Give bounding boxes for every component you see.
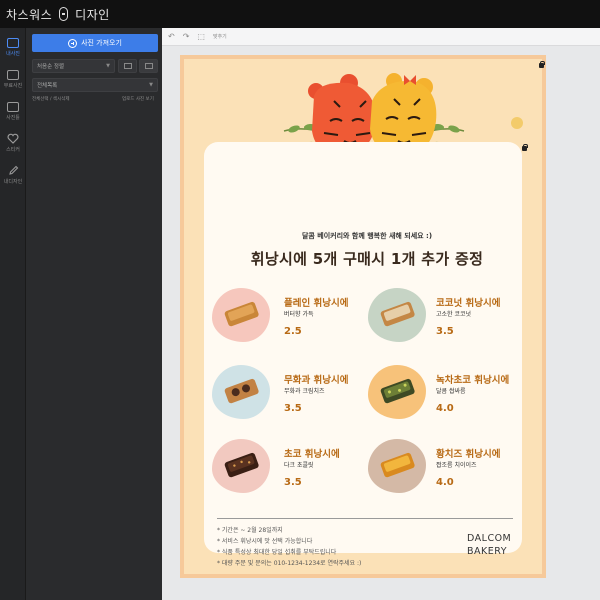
rail-label: 스티커	[6, 147, 20, 153]
image-icon	[7, 69, 19, 80]
frame-icon	[7, 101, 19, 112]
rail-label: 내사진	[6, 50, 20, 57]
brand-logo-icon	[59, 7, 69, 21]
product-desc: 다크 초콜릿	[284, 462, 314, 469]
undo-icon[interactable]: ↶	[168, 32, 175, 41]
large-view-button[interactable]	[139, 59, 158, 73]
heart-icon	[7, 133, 19, 144]
divider	[217, 518, 513, 519]
redo-icon[interactable]: ↷	[183, 32, 190, 41]
product-desc: 고소한 코코넛	[436, 311, 472, 318]
album-select[interactable]: 전체목록 ▼	[32, 78, 158, 92]
app-window: 차스워스 디자인 내사진 무료사진 사진틀 스티커 내디자인 사진 가져오기 처…	[0, 0, 600, 600]
chevron-down-icon: ▼	[106, 63, 110, 69]
lock-icon[interactable]	[539, 60, 545, 68]
brand-left: 차스워스	[6, 7, 53, 22]
product-desc: 버터향 가득	[284, 311, 314, 318]
rail-label: 무료사진	[3, 82, 23, 89]
product-name: 녹차초코 휘낭시에	[436, 375, 510, 386]
fit-label[interactable]: 맞추기	[213, 33, 227, 40]
product-name: 무화과 휘낭시에	[284, 375, 349, 386]
notice-line: * 기간은 ~ 2월 28일까지	[217, 527, 283, 534]
notice-line: * 대량 주문 및 문의는 010-1234-1234로 연락주세요 :)	[217, 560, 362, 567]
product-price: 4.0	[436, 403, 454, 414]
product-price: 3.5	[436, 326, 454, 337]
lock-icon[interactable]	[522, 143, 528, 151]
brand-right: 디자인	[75, 7, 110, 22]
design-canvas: ↶ ↷ ⬚ 맞추기 달콤 베이커리와 함께 행복한 새해 되세요:) 휘낭시에…	[162, 28, 600, 600]
product-price: 4.0	[436, 477, 454, 488]
product-name: 초코 휘낭시에	[284, 449, 340, 460]
bakery-logo: DALCOM BAKERY	[467, 532, 511, 558]
rail-label: 내디자인	[3, 179, 23, 185]
photo-icon	[7, 37, 19, 48]
product-name: 황치즈 휘낭시에	[436, 449, 501, 460]
notice-line: * 서비스 휘낭시에 맛 선택 가능합니다	[217, 538, 313, 545]
product-name: 코코넛 휘낭시에	[436, 298, 501, 309]
financier-cheese-image	[380, 452, 415, 478]
product-desc: 달콤 쌉싸름	[436, 388, 466, 395]
financier-coconut-image	[380, 301, 415, 327]
poster[interactable]: 2 0 2 2 달콤 베이커리와 함께 행복한 새해 되세요 :) 휘낭시에 5…	[180, 55, 546, 578]
grid-view-button[interactable]	[118, 59, 137, 73]
view-toggle	[118, 59, 158, 73]
product-price: 3.5	[284, 403, 302, 414]
product-desc: 무화과 크림치즈	[284, 388, 325, 395]
chevron-down-icon: ▼	[149, 82, 153, 88]
rail-item-my-designs[interactable]: 내디자인	[0, 162, 26, 188]
product-name: 플레인 휘낭시에	[284, 298, 349, 309]
tile-icon	[144, 63, 153, 69]
grid-icon	[123, 63, 132, 69]
sort-select-value: 처음순 정렬	[37, 64, 65, 70]
left-rail: 내사진 무료사진 사진틀 스티커 내디자인	[0, 28, 26, 600]
cursor-highlight	[511, 117, 523, 129]
title-bar: 차스워스 디자인	[0, 0, 600, 28]
product-desc: 짭조름 치이이즈	[436, 462, 477, 469]
rail-item-stickers[interactable]: 스티커	[0, 130, 26, 156]
canvas-toolbar: ↶ ↷ ⬚ 맞추기	[162, 28, 600, 46]
greeting-text: 달콤 베이커리와 함께 행복한 새해 되세요 :)	[301, 232, 433, 240]
rail-label: 사진틀	[6, 114, 20, 121]
select-all-link[interactable]: 전체선택 / 섹시삭제	[32, 96, 70, 102]
financier-plain-image	[224, 301, 259, 327]
notice-line: * 식품 특성상 최대한 당일 섭취를 부탁드립니다	[217, 549, 337, 556]
bakery-line2: BAKERY	[467, 546, 508, 557]
financier-fig-image	[224, 378, 259, 404]
plus-circle-icon	[68, 38, 78, 48]
fit-icon[interactable]: ⬚	[197, 32, 205, 41]
photo-panel: 사진 가져오기 처음순 정렬 ▼ 전체목록 ▼ 전체선택 / 섹시삭제 업로드 …	[26, 28, 162, 600]
view-uploads-link[interactable]: 업로드 사진 보기	[122, 96, 154, 102]
pencil-icon	[8, 165, 18, 175]
financier-greentea-image	[380, 378, 415, 404]
upload-photo-button[interactable]: 사진 가져오기	[32, 34, 158, 52]
rail-item-my-photos[interactable]: 내사진	[0, 34, 26, 60]
rail-item-free-photos[interactable]: 무료사진	[0, 66, 26, 92]
product-price: 2.5	[284, 326, 302, 337]
headline-text: 휘낭시에 5개 구매시 1개 추가 증정	[250, 250, 484, 268]
rail-item-frames[interactable]: 사진틀	[0, 98, 26, 124]
product-price: 3.5	[284, 477, 302, 488]
upload-photo-label: 사진 가져오기	[81, 39, 122, 47]
financier-choco-image	[224, 452, 259, 478]
sort-select[interactable]: 처음순 정렬 ▼	[32, 59, 115, 73]
album-select-value: 전체목록	[37, 83, 58, 89]
bakery-line1: DALCOM	[467, 533, 512, 544]
